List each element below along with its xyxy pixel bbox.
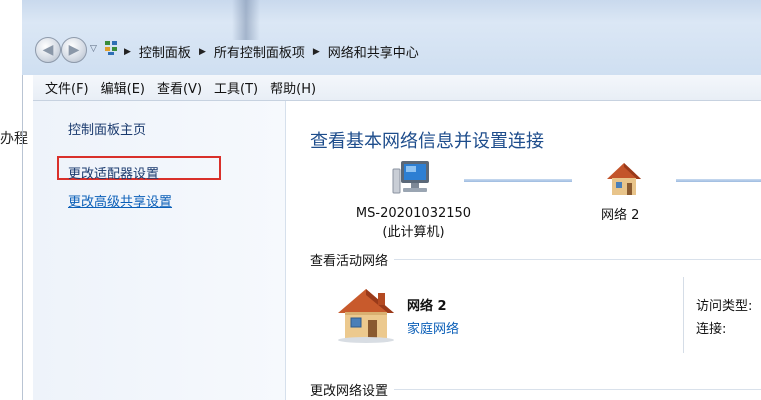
connection-line <box>676 179 761 182</box>
home-network-icon <box>338 289 394 343</box>
background-text: 办程 <box>0 131 28 147</box>
computer-icon <box>392 161 429 194</box>
vertical-divider <box>683 277 684 353</box>
breadcrumb-item-control-panel[interactable]: 控制面板 <box>139 42 191 61</box>
sidebar-item-advanced-sharing[interactable]: 更改高级共享设置 <box>68 191 172 210</box>
computer-name-text: MS-20201032150 <box>355 206 472 221</box>
section-title-active: 查看活动网络 <box>310 254 389 269</box>
connection-line <box>464 179 572 182</box>
main-content: 查看基本网络信息并设置连接 MS-20201032150 (此计算机) 网络 2… <box>286 101 761 400</box>
blur-artifact <box>232 0 260 40</box>
section-change-settings: 更改网络设置 <box>310 380 761 399</box>
breadcrumb-item-network-center[interactable]: 网络和共享中心 <box>328 42 419 61</box>
computer-note: (此计算机) <box>382 225 445 240</box>
access-type-label: 访问类型: <box>696 299 753 314</box>
breadcrumb: ▶ 控制面板 ▶ 所有控制面板项 ▶ 网络和共享中心 <box>124 42 419 61</box>
network-house-icon <box>607 163 641 195</box>
control-panel-icon <box>105 41 117 55</box>
menu-edit[interactable]: 编辑(E) <box>101 78 145 97</box>
breadcrumb-item-all-items[interactable]: 所有控制面板项 <box>214 42 305 61</box>
breadcrumb-separator-icon[interactable]: ▶ <box>199 47 206 57</box>
background-area <box>0 0 22 400</box>
network-type-link[interactable]: 家庭网络 <box>407 318 459 337</box>
window-chrome <box>22 0 761 75</box>
window-border <box>22 75 23 400</box>
network-name-top: 网络 2 <box>601 208 640 223</box>
menu-bar: 文件(F) 编辑(E) 查看(V) 工具(T) 帮助(H) <box>33 75 761 101</box>
forward-arrow-icon: ▶ <box>68 42 80 58</box>
page-title: 查看基本网络信息并设置连接 <box>310 131 544 152</box>
recent-pages-dropdown-icon[interactable]: ▽ <box>90 44 97 54</box>
section-title-change: 更改网络设置 <box>310 384 389 399</box>
menu-view[interactable]: 查看(V) <box>157 78 202 97</box>
menu-file[interactable]: 文件(F) <box>45 78 89 97</box>
computer-name: MS-20201032150 (此计算机) <box>346 204 481 242</box>
breadcrumb-separator-icon[interactable]: ▶ <box>124 47 131 57</box>
active-network-name: 网络 2 <box>407 299 447 314</box>
breadcrumb-separator-icon[interactable]: ▶ <box>313 47 320 57</box>
sidebar: 控制面板主页 更改适配器设置 更改高级共享设置 <box>33 101 286 400</box>
sidebar-item-home[interactable]: 控制面板主页 <box>68 119 146 138</box>
menu-help[interactable]: 帮助(H) <box>270 78 316 97</box>
connections-label: 连接: <box>696 322 727 337</box>
menu-tools[interactable]: 工具(T) <box>214 78 258 97</box>
back-button[interactable]: ◀ <box>35 37 61 63</box>
forward-button[interactable]: ▶ <box>61 37 87 63</box>
section-active-networks: 查看活动网络 <box>310 250 761 269</box>
back-arrow-icon: ◀ <box>42 42 54 58</box>
sidebar-item-change-adapter[interactable]: 更改适配器设置 <box>68 163 159 182</box>
divider <box>394 389 761 390</box>
divider <box>394 259 761 260</box>
